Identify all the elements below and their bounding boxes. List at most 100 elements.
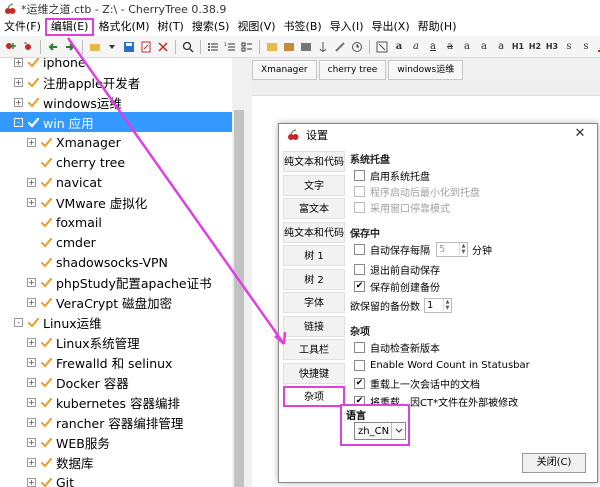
expand-icon[interactable]: +: [27, 377, 36, 387]
tree-node[interactable]: shadowsocks-VPN: [0, 252, 232, 272]
superscript-icon[interactable]: a: [460, 40, 474, 54]
preferences-nav-item[interactable]: 纯文本和代码: [283, 221, 345, 243]
clear-format-icon[interactable]: [375, 40, 389, 54]
underline-icon[interactable]: a: [426, 40, 440, 54]
expand-icon[interactable]: +: [27, 277, 36, 287]
node-tab[interactable]: Xmanager: [252, 60, 317, 80]
expand-icon[interactable]: +: [27, 137, 36, 147]
expand-icon[interactable]: +: [27, 437, 36, 447]
add-node-icon[interactable]: [4, 40, 18, 54]
backup-checkbox[interactable]: ✔ 保存前创建备份: [354, 278, 440, 294]
insert-image-icon[interactable]: [265, 40, 279, 54]
preferences-nav-item[interactable]: 文字: [283, 174, 345, 196]
tree-node[interactable]: + kubernetes 容器编排: [0, 392, 232, 412]
check-version-checkbox[interactable]: 自动检查新版本: [354, 339, 440, 355]
word-count-checkbox[interactable]: Enable Word Count in Statusbar: [354, 357, 530, 373]
tree-node[interactable]: + Docker 容器: [0, 372, 232, 392]
autosave-checkbox[interactable]: 自动保存每隔 5 ▲ ▼ 分钟: [354, 241, 492, 257]
reload-last-session-checkbox[interactable]: ✔ 重载上一次会话中的文档: [354, 375, 480, 391]
monospace-icon[interactable]: a: [494, 40, 508, 54]
tree-node[interactable]: + navicat: [0, 172, 232, 192]
save-on-exit-checkbox[interactable]: 退出前自动保存: [354, 261, 440, 277]
preferences-nav-item[interactable]: 杂项: [283, 386, 345, 407]
checkbox-checked-icon[interactable]: ✔: [354, 280, 365, 292]
spinner-arrows-icon[interactable]: ▲ ▼: [443, 298, 451, 312]
tree-node[interactable]: + Linux系统管理: [0, 332, 232, 352]
expand-icon[interactable]: +: [27, 417, 36, 427]
tree-node[interactable]: + iphone: [0, 58, 232, 72]
tree-node[interactable]: - Linux运维: [0, 312, 232, 332]
strikethrough-icon[interactable]: a: [443, 40, 457, 54]
enable-tray-checkbox[interactable]: 启用系统托盘: [354, 167, 430, 183]
expand-icon[interactable]: +: [14, 77, 23, 87]
collapse-icon[interactable]: -: [14, 117, 23, 127]
small-caps-icon[interactable]: s: [579, 40, 593, 54]
expand-icon[interactable]: +: [27, 297, 36, 307]
preferences-nav-item[interactable]: 纯文本和代码: [283, 151, 345, 172]
language-select[interactable]: zh_CN: [354, 422, 406, 440]
open-folder-icon[interactable]: [88, 40, 102, 54]
expand-icon[interactable]: +: [14, 58, 23, 67]
save-icon[interactable]: [122, 40, 136, 54]
tree-node[interactable]: + Frewalld 和 selinux: [0, 352, 232, 372]
tree-node[interactable]: + WEB服务: [0, 432, 232, 452]
tree-node[interactable]: + rancher 容器编排管理: [0, 412, 232, 432]
node-tab[interactable]: windows运维: [388, 60, 464, 80]
heading2-icon[interactable]: H2: [528, 40, 542, 54]
tree-node[interactable]: - win 应用: [0, 112, 232, 132]
expand-icon[interactable]: +: [27, 397, 36, 407]
bold-icon[interactable]: a: [392, 40, 406, 54]
menu-item[interactable]: 树(T): [154, 18, 188, 36]
preferences-nav-item[interactable]: 字体: [283, 292, 345, 313]
menu-item[interactable]: 视图(V): [233, 18, 279, 36]
menu-item[interactable]: 书签(B): [280, 18, 326, 36]
tree-node[interactable]: + 注册apple开发者: [0, 72, 232, 92]
expand-icon[interactable]: +: [27, 177, 36, 187]
expand-icon[interactable]: +: [27, 457, 36, 467]
small-text-icon[interactable]: s: [562, 40, 576, 54]
search-icon[interactable]: [181, 40, 195, 54]
preferences-nav-item[interactable]: 链接: [283, 315, 345, 337]
heading1-icon[interactable]: H1: [511, 40, 525, 54]
close-button[interactable]: 关闭(C): [522, 453, 586, 473]
tree-node[interactable]: + VMware 虚拟化: [0, 192, 232, 212]
subscript-icon[interactable]: a: [477, 40, 491, 54]
menu-item[interactable]: 导出(X): [368, 18, 414, 36]
checkbox-box[interactable]: [354, 263, 365, 275]
heading3-icon[interactable]: H3: [545, 40, 559, 54]
insert-link-icon[interactable]: [333, 40, 347, 54]
preferences-nav-item[interactable]: 树 2: [283, 268, 345, 290]
collapse-icon[interactable]: -: [14, 317, 23, 327]
menu-item[interactable]: 搜索(S): [188, 18, 234, 36]
preferences-nav-item[interactable]: 富文本: [283, 198, 345, 219]
insert-anchor-icon[interactable]: [316, 40, 330, 54]
quit-icon[interactable]: [156, 40, 170, 54]
tree-node[interactable]: + Xmanager: [0, 132, 232, 152]
tree-node[interactable]: + phpStudy配置apache证书: [0, 272, 232, 292]
autosave-minutes-spinner[interactable]: 5 ▲ ▼: [436, 241, 468, 257]
menu-item[interactable]: 编辑(E): [44, 18, 95, 36]
tree-scrollbar[interactable]: [232, 58, 246, 487]
tree-scrollbar-thumb[interactable]: [234, 110, 244, 487]
preferences-nav-item[interactable]: 树 1: [283, 245, 345, 266]
italic-icon[interactable]: a: [409, 40, 423, 54]
spinner-value[interactable]: 5: [437, 244, 459, 255]
checkbox-box[interactable]: [354, 169, 365, 181]
dialog-close-icon[interactable]: ✕: [573, 127, 587, 141]
tree-node[interactable]: + VeraCrypt 磁盘加密: [0, 292, 232, 312]
checkbox-box[interactable]: [354, 359, 365, 371]
expand-icon[interactable]: +: [27, 197, 36, 207]
node-tree[interactable]: + iphone + 注册apple开发者 + windows运维 - win 应用 + Xman…: [0, 58, 232, 487]
add-subnode-icon[interactable]: [21, 40, 35, 54]
checkbox-box[interactable]: [354, 341, 365, 353]
tree-node[interactable]: cmder: [0, 232, 232, 252]
preferences-nav-item[interactable]: 快捷键: [283, 362, 345, 384]
menu-item[interactable]: 导入(I): [326, 18, 368, 36]
menu-item[interactable]: 格式化(M): [94, 18, 153, 36]
spinner-arrows-icon[interactable]: ▲ ▼: [459, 242, 467, 256]
insert-table-icon[interactable]: [282, 40, 296, 54]
tree-node[interactable]: foxmail: [0, 212, 232, 232]
numbered-list-icon[interactable]: 1: [223, 40, 237, 54]
expand-icon[interactable]: +: [27, 337, 36, 347]
expand-icon[interactable]: +: [27, 357, 36, 367]
